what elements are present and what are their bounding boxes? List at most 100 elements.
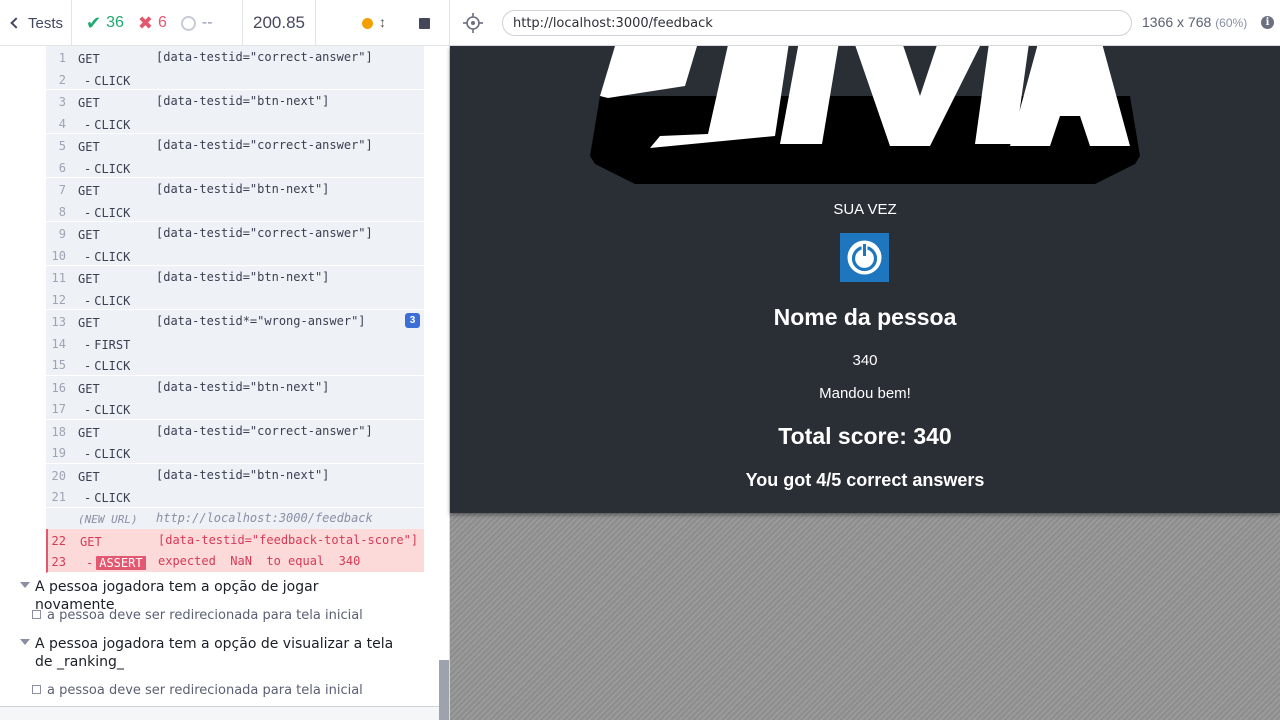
command-row[interactable]: 1 GET [data-testid="correct-answer"] 2 CLICK (46, 46, 424, 90)
check-icon: ✔ (86, 13, 102, 33)
command-row[interactable]: 5 GET [data-testid="correct-answer"] 6 CLICK (46, 134, 424, 178)
command-name: FIRST (78, 338, 130, 352)
command-message: [data-testid="btn-next"] (156, 379, 330, 394)
duration: 200.85 (243, 0, 316, 46)
command-line: 16 GET [data-testid="btn-next"] (46, 376, 424, 398)
command-name: CLICK (78, 250, 130, 264)
command-message: [data-testid="correct-answer"] (156, 50, 373, 64)
running-dot-icon (362, 18, 373, 29)
command-name: CLICK (78, 206, 130, 220)
command-name: CLICK (78, 447, 130, 461)
command-number: 17 (51, 402, 66, 416)
command-message: [data-testid="feedback-total-score"] (158, 532, 419, 547)
new-url-row[interactable]: (NEW URL) http://localhost:3000/feedback (46, 507, 424, 529)
command-message: [data-testid="correct-answer"] (156, 226, 373, 240)
failed-count: ✖ 6 (138, 14, 167, 32)
command-row[interactable]: 9 GET [data-testid="correct-answer"] 10 CLIC… (46, 222, 424, 266)
command-message: [data-testid="btn-next"] (156, 182, 330, 196)
command-number: 23 (51, 555, 66, 569)
failed-number: 6 (157, 14, 167, 31)
command-number: 18 (51, 424, 66, 439)
command-number: 20 (51, 468, 66, 483)
command-number: 7 (58, 183, 66, 197)
scroll-arrows-icon[interactable]: ↕ (379, 14, 386, 30)
command-name: ASSERT (80, 556, 146, 570)
suite-visualizar-ranking[interactable]: A pessoa jogadora tem a opção de visuali… (20, 635, 402, 671)
feedback-page: SUA VEZ Nome da pessoa 340 Mandou bem! T… (450, 46, 1280, 513)
triangle-down-icon (20, 639, 30, 645)
command-row[interactable]: 7 GET [data-testid="btn-next"] 8 CLICK (46, 178, 424, 222)
command-row[interactable]: 3 GET [data-testid="btn-next"] 4 CLICK (46, 90, 424, 134)
command-line: 22 GET [data-testid="feedback-total-score"… (48, 529, 424, 551)
command-message: [data-testid*="wrong-answer"] (156, 314, 366, 328)
command-name: CLICK (78, 162, 130, 176)
command-log: 1 GET [data-testid="correct-answer"] 2 CLICK… (46, 46, 424, 573)
command-line: 6 CLICK (46, 156, 424, 178)
command-row[interactable]: 13 GET [data-testid*="wrong-answer"] 3 14 FIR… (46, 310, 424, 376)
command-number: 1 (58, 51, 66, 65)
app-preview: SUA VEZ Nome da pessoa 340 Mandou bem! T… (450, 46, 1280, 720)
command-line: 13 GET [data-testid*="wrong-answer"] 3 (46, 310, 424, 332)
command-line: 12 CLICK (46, 288, 424, 310)
command-line: 21 CLICK (46, 485, 424, 507)
command-row[interactable]: 16 GET [data-testid="btn-next"] 17 CLICK (46, 375, 424, 420)
command-number: 9 (58, 227, 66, 241)
test-title: a pessoa deve ser redirecionada para tel… (47, 608, 363, 623)
new-url-link[interactable]: http://localhost:3000/feedback (156, 511, 373, 525)
command-name: CLICK (78, 118, 130, 132)
command-message: [data-testid="correct-answer"] (156, 138, 373, 152)
test-stats: ✔ 36 ✖ 6 -- (72, 0, 243, 46)
command-name: CLICK (78, 294, 130, 308)
pending-number: -- (201, 14, 213, 31)
command-line: 2 CLICK (46, 68, 424, 90)
chevron-left-icon (10, 17, 22, 29)
command-line: 18 GET [data-testid="correct-answer"] (46, 420, 424, 442)
viewport-dimensions: 1366 x 768 (1142, 14, 1212, 30)
command-name: GET (78, 272, 100, 286)
suite-title: A pessoa jogadora tem a opção de visuali… (35, 636, 394, 670)
command-number: 11 (51, 271, 66, 285)
command-number: 8 (58, 204, 66, 219)
passed-number: 36 (106, 14, 124, 31)
command-line: 23 ASSERT expected NaN to equal 340 (48, 550, 424, 572)
command-number: 22 (51, 533, 66, 548)
command-number: 19 (51, 446, 66, 460)
tests-label: Tests (28, 14, 64, 32)
command-name: CLICK (78, 491, 130, 505)
command-number: 2 (58, 72, 66, 87)
command-number: 4 (58, 116, 66, 131)
command-line: 5 GET [data-testid="correct-answer"] (46, 134, 424, 156)
command-line: 17 CLICK (46, 397, 424, 419)
command-message: [data-testid="btn-next"] (156, 94, 330, 108)
failed-command-row[interactable]: 22 GET [data-testid="feedback-total-score"… (46, 528, 424, 573)
tests-back-button[interactable]: Tests (0, 0, 72, 46)
x-icon: ✖ (137, 13, 153, 33)
reporter-scrollbar[interactable] (439, 660, 449, 720)
command-name: CLICK (78, 403, 130, 417)
command-name: GET (78, 425, 100, 440)
assert-tag: ASSERT (96, 556, 146, 570)
selector-crosshair-icon[interactable] (462, 12, 484, 34)
info-icon[interactable]: i (1261, 16, 1274, 29)
command-row[interactable]: 18 GET [data-testid="correct-answer"] 19 CLI… (46, 419, 424, 464)
command-number: 6 (58, 160, 66, 175)
command-number: 3 (58, 95, 66, 109)
reporter-footer (0, 706, 440, 720)
command-number: 13 (51, 315, 66, 329)
command-line: 11 GET [data-testid="btn-next"] (46, 266, 424, 288)
command-row[interactable]: 20 GET [data-testid="btn-next"] 21 CLICK (46, 463, 424, 508)
test-item[interactable]: a pessoa deve ser redirecionada para tel… (32, 608, 363, 623)
test-item[interactable]: a pessoa deve ser redirecionada para tel… (32, 683, 363, 698)
command-line: 10 CLICK (46, 244, 424, 266)
viewport-scale: (60%) (1215, 16, 1248, 30)
stop-icon[interactable] (419, 18, 430, 29)
command-name: GET (78, 96, 100, 110)
command-line: 3 GET [data-testid="btn-next"] (46, 90, 424, 112)
command-row[interactable]: 11 GET [data-testid="btn-next"] 12 CLICK (46, 266, 424, 310)
command-line: 15 CLICK (46, 353, 424, 375)
new-url-label: (NEW URL) (78, 512, 138, 526)
pending-count: -- (180, 14, 213, 32)
url-bar[interactable]: http://localhost:3000/feedback (502, 10, 1132, 36)
command-message: [data-testid="btn-next"] (156, 467, 330, 482)
command-number: 12 (51, 292, 66, 307)
